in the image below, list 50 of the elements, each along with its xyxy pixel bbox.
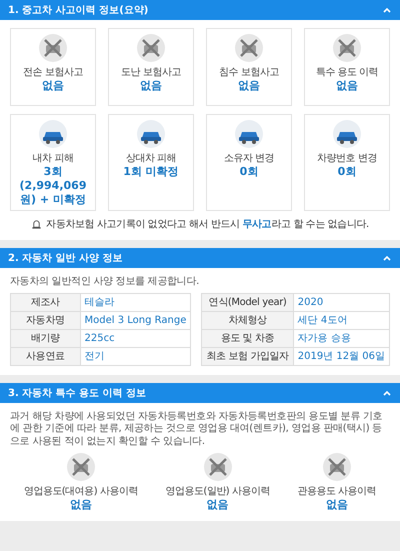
card-value: 1회 미확정: [123, 165, 179, 179]
spec-label: 차체형상: [202, 311, 294, 330]
spec-label: 사용연료: [10, 347, 80, 366]
card-label: 상대차 피해: [126, 152, 176, 165]
usage-value: 없음: [206, 498, 229, 512]
notice-text: 자동차보험 사고기록이 없었다고 해서 반드시 무사고라고 할 수는 없습니다.: [46, 218, 369, 232]
spec-value: 225cc: [80, 329, 191, 348]
section-title: 2. 자동차 일반 사양 정보: [8, 252, 123, 266]
card-value: 없음: [140, 79, 162, 93]
section-title: 1. 중고차 사고이력 정보(요약): [8, 4, 148, 17]
usage-value: 없음: [326, 498, 348, 512]
spec-label: 제조사: [10, 293, 80, 312]
card-label: 침수 보험사고: [219, 66, 279, 79]
section-note: 과거 해당 차량에 사용되었던 자동차등록번호와 자동차등록번호판의 용도별 분류 기호에 관한 기준에 따라 분류, 제공하는 것으로 영업용 대여(렌트카), 영업용 판매(택시) 등으로 사용된 적이 없는지 확인할 수 있습니다.: [10, 410, 384, 448]
section-header[interactable]: 2. 자동차 일반 사양 정보: [0, 248, 400, 268]
card-label: 차량번호 변경: [317, 152, 377, 165]
collapse-icon[interactable]: [382, 253, 392, 264]
spec-label: 배기량: [10, 329, 80, 348]
spec-label: 연식(Model year): [202, 293, 294, 312]
spec-value: 자가용 승용: [293, 329, 390, 348]
usage-label: 관용용도 사용이력: [297, 485, 376, 498]
spec-value: 세단 4도어: [293, 311, 390, 330]
spec-label: 용도 및 차종: [202, 329, 294, 348]
spec-value: Model 3 Long Range: [80, 311, 191, 330]
card-value: 0회: [338, 165, 356, 179]
alarm-icon: [31, 218, 42, 230]
usage-label: 영업용도(대여용) 사용이력: [24, 485, 138, 498]
section-header[interactable]: 1. 중고차 사고이력 정보(요약): [0, 0, 400, 20]
spec-label: 자동차명: [10, 311, 80, 330]
card-label: 내차 피해: [32, 152, 74, 165]
card-value: 0회: [240, 165, 258, 179]
card-label: 소유자 변경: [224, 152, 274, 165]
card-value: 3회 (2,994,069 원) + 미확정: [18, 165, 88, 206]
card-label: 도난 보험사고: [121, 66, 181, 79]
section-header[interactable]: 3. 자동차 특수 용도 이력 정보: [0, 382, 400, 403]
spec-value: 전기: [80, 347, 191, 366]
card-value: 없음: [336, 79, 358, 93]
spec-value: 2020: [293, 293, 390, 312]
section-note: 자동차의 일반적인 사양 정보를 제공합니다.: [10, 276, 200, 289]
spec-value: 테슬라: [80, 293, 191, 312]
card-label: 전손 보험사고: [23, 66, 83, 79]
card-value: 없음: [42, 79, 64, 93]
card-label: 특수 용도 이력: [316, 66, 378, 79]
usage-label: 영업용도(일반) 사용이력: [165, 485, 270, 498]
spec-value: 2019년 12월 06일: [293, 347, 390, 366]
card-value: 없음: [238, 79, 260, 93]
spec-label: 최초 보험 가입일자: [202, 347, 294, 366]
usage-value: 없음: [70, 498, 92, 512]
section-title: 3. 자동차 특수 용도 이력 정보: [8, 386, 146, 400]
collapse-icon[interactable]: [382, 5, 392, 15]
